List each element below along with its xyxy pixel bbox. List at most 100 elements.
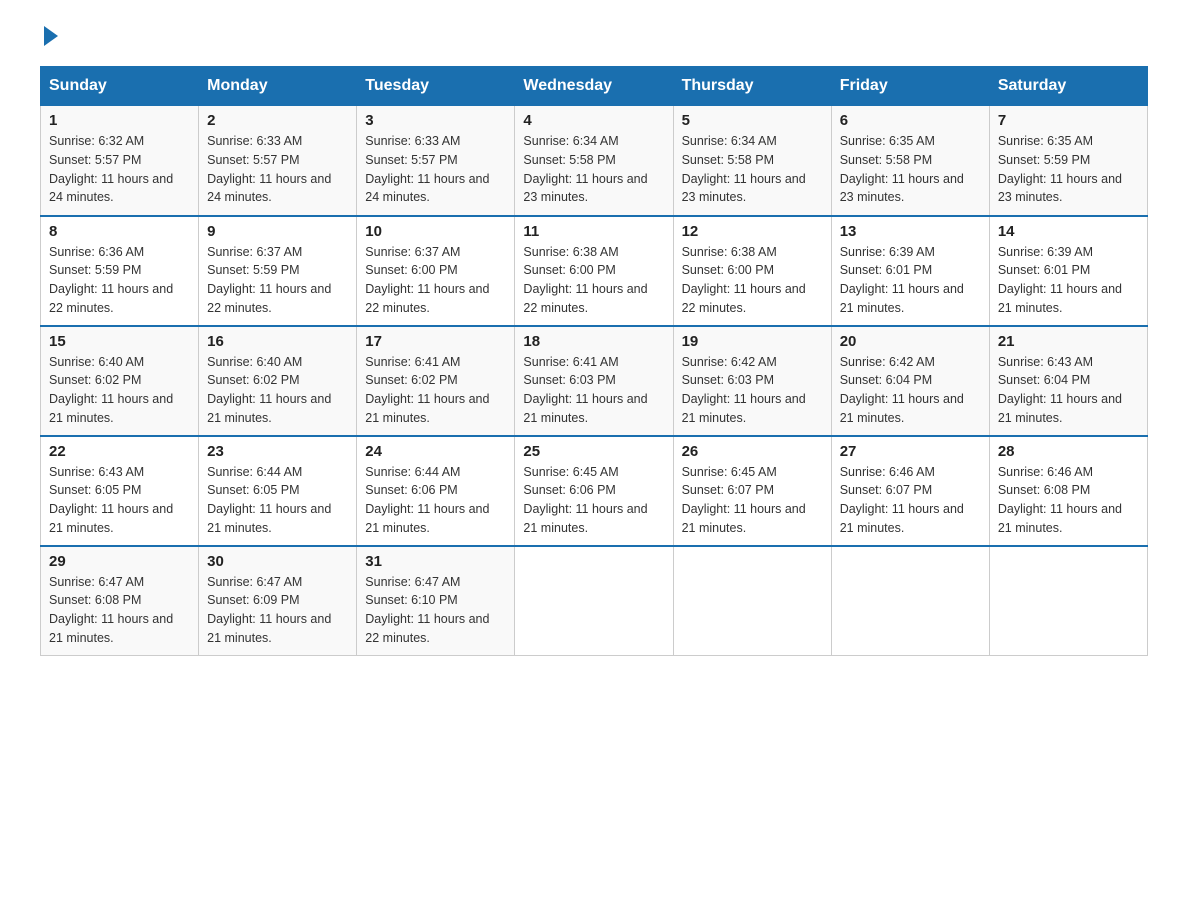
calendar-week-row: 15 Sunrise: 6:40 AM Sunset: 6:02 PM Dayl… [41, 326, 1148, 436]
day-number: 1 [49, 112, 190, 129]
day-info: Sunrise: 6:35 AM Sunset: 5:59 PM Dayligh… [998, 132, 1139, 207]
day-info: Sunrise: 6:39 AM Sunset: 6:01 PM Dayligh… [998, 243, 1139, 318]
calendar-day-cell: 12 Sunrise: 6:38 AM Sunset: 6:00 PM Dayl… [673, 216, 831, 326]
day-info: Sunrise: 6:44 AM Sunset: 6:06 PM Dayligh… [365, 463, 506, 538]
calendar-day-cell: 28 Sunrise: 6:46 AM Sunset: 6:08 PM Dayl… [989, 436, 1147, 546]
day-info: Sunrise: 6:43 AM Sunset: 6:04 PM Dayligh… [998, 353, 1139, 428]
day-number: 23 [207, 443, 348, 460]
day-info: Sunrise: 6:36 AM Sunset: 5:59 PM Dayligh… [49, 243, 190, 318]
calendar-day-cell: 25 Sunrise: 6:45 AM Sunset: 6:06 PM Dayl… [515, 436, 673, 546]
calendar-day-cell: 6 Sunrise: 6:35 AM Sunset: 5:58 PM Dayli… [831, 106, 989, 216]
calendar-day-cell: 18 Sunrise: 6:41 AM Sunset: 6:03 PM Dayl… [515, 326, 673, 436]
calendar-day-cell: 19 Sunrise: 6:42 AM Sunset: 6:03 PM Dayl… [673, 326, 831, 436]
day-info: Sunrise: 6:46 AM Sunset: 6:07 PM Dayligh… [840, 463, 981, 538]
day-header-saturday: Saturday [989, 67, 1147, 106]
day-info: Sunrise: 6:47 AM Sunset: 6:10 PM Dayligh… [365, 573, 506, 648]
day-number: 16 [207, 333, 348, 350]
calendar-day-cell [515, 546, 673, 656]
day-info: Sunrise: 6:37 AM Sunset: 5:59 PM Dayligh… [207, 243, 348, 318]
calendar-day-cell: 9 Sunrise: 6:37 AM Sunset: 5:59 PM Dayli… [199, 216, 357, 326]
day-number: 17 [365, 333, 506, 350]
day-number: 27 [840, 443, 981, 460]
day-number: 24 [365, 443, 506, 460]
day-info: Sunrise: 6:46 AM Sunset: 6:08 PM Dayligh… [998, 463, 1139, 538]
day-header-wednesday: Wednesday [515, 67, 673, 106]
calendar-day-cell: 23 Sunrise: 6:44 AM Sunset: 6:05 PM Dayl… [199, 436, 357, 546]
day-number: 5 [682, 112, 823, 129]
page-header [40, 30, 1148, 46]
calendar-week-row: 22 Sunrise: 6:43 AM Sunset: 6:05 PM Dayl… [41, 436, 1148, 546]
day-number: 4 [523, 112, 664, 129]
calendar-day-cell: 26 Sunrise: 6:45 AM Sunset: 6:07 PM Dayl… [673, 436, 831, 546]
day-number: 6 [840, 112, 981, 129]
day-info: Sunrise: 6:33 AM Sunset: 5:57 PM Dayligh… [365, 132, 506, 207]
calendar-day-cell: 2 Sunrise: 6:33 AM Sunset: 5:57 PM Dayli… [199, 106, 357, 216]
calendar-day-cell: 20 Sunrise: 6:42 AM Sunset: 6:04 PM Dayl… [831, 326, 989, 436]
day-info: Sunrise: 6:45 AM Sunset: 6:07 PM Dayligh… [682, 463, 823, 538]
day-number: 14 [998, 223, 1139, 240]
day-info: Sunrise: 6:42 AM Sunset: 6:03 PM Dayligh… [682, 353, 823, 428]
calendar-day-cell: 30 Sunrise: 6:47 AM Sunset: 6:09 PM Dayl… [199, 546, 357, 656]
day-number: 30 [207, 553, 348, 570]
calendar-day-cell: 17 Sunrise: 6:41 AM Sunset: 6:02 PM Dayl… [357, 326, 515, 436]
day-number: 25 [523, 443, 664, 460]
day-number: 28 [998, 443, 1139, 460]
day-number: 21 [998, 333, 1139, 350]
day-number: 15 [49, 333, 190, 350]
day-info: Sunrise: 6:41 AM Sunset: 6:03 PM Dayligh… [523, 353, 664, 428]
day-info: Sunrise: 6:45 AM Sunset: 6:06 PM Dayligh… [523, 463, 664, 538]
day-info: Sunrise: 6:33 AM Sunset: 5:57 PM Dayligh… [207, 132, 348, 207]
day-header-friday: Friday [831, 67, 989, 106]
day-info: Sunrise: 6:43 AM Sunset: 6:05 PM Dayligh… [49, 463, 190, 538]
day-info: Sunrise: 6:38 AM Sunset: 6:00 PM Dayligh… [682, 243, 823, 318]
day-info: Sunrise: 6:47 AM Sunset: 6:08 PM Dayligh… [49, 573, 190, 648]
day-headers-row: SundayMondayTuesdayWednesdayThursdayFrid… [41, 67, 1148, 106]
calendar-day-cell: 21 Sunrise: 6:43 AM Sunset: 6:04 PM Dayl… [989, 326, 1147, 436]
day-header-thursday: Thursday [673, 67, 831, 106]
day-header-tuesday: Tuesday [357, 67, 515, 106]
calendar-day-cell: 3 Sunrise: 6:33 AM Sunset: 5:57 PM Dayli… [357, 106, 515, 216]
calendar-day-cell: 5 Sunrise: 6:34 AM Sunset: 5:58 PM Dayli… [673, 106, 831, 216]
day-number: 13 [840, 223, 981, 240]
calendar-day-cell: 8 Sunrise: 6:36 AM Sunset: 5:59 PM Dayli… [41, 216, 199, 326]
logo-arrow-icon [44, 26, 58, 46]
day-info: Sunrise: 6:44 AM Sunset: 6:05 PM Dayligh… [207, 463, 348, 538]
calendar-day-cell [989, 546, 1147, 656]
day-number: 22 [49, 443, 190, 460]
day-number: 20 [840, 333, 981, 350]
day-info: Sunrise: 6:35 AM Sunset: 5:58 PM Dayligh… [840, 132, 981, 207]
calendar-day-cell: 31 Sunrise: 6:47 AM Sunset: 6:10 PM Dayl… [357, 546, 515, 656]
calendar-day-cell: 11 Sunrise: 6:38 AM Sunset: 6:00 PM Dayl… [515, 216, 673, 326]
day-number: 10 [365, 223, 506, 240]
day-info: Sunrise: 6:32 AM Sunset: 5:57 PM Dayligh… [49, 132, 190, 207]
day-info: Sunrise: 6:38 AM Sunset: 6:00 PM Dayligh… [523, 243, 664, 318]
day-number: 12 [682, 223, 823, 240]
logo [40, 30, 58, 46]
calendar-day-cell: 27 Sunrise: 6:46 AM Sunset: 6:07 PM Dayl… [831, 436, 989, 546]
day-number: 8 [49, 223, 190, 240]
calendar-week-row: 1 Sunrise: 6:32 AM Sunset: 5:57 PM Dayli… [41, 106, 1148, 216]
day-header-monday: Monday [199, 67, 357, 106]
calendar-day-cell: 14 Sunrise: 6:39 AM Sunset: 6:01 PM Dayl… [989, 216, 1147, 326]
calendar-day-cell: 16 Sunrise: 6:40 AM Sunset: 6:02 PM Dayl… [199, 326, 357, 436]
calendar-day-cell: 22 Sunrise: 6:43 AM Sunset: 6:05 PM Dayl… [41, 436, 199, 546]
calendar-week-row: 8 Sunrise: 6:36 AM Sunset: 5:59 PM Dayli… [41, 216, 1148, 326]
day-info: Sunrise: 6:34 AM Sunset: 5:58 PM Dayligh… [523, 132, 664, 207]
calendar-day-cell: 7 Sunrise: 6:35 AM Sunset: 5:59 PM Dayli… [989, 106, 1147, 216]
day-number: 31 [365, 553, 506, 570]
calendar-day-cell [673, 546, 831, 656]
day-header-sunday: Sunday [41, 67, 199, 106]
calendar-day-cell: 13 Sunrise: 6:39 AM Sunset: 6:01 PM Dayl… [831, 216, 989, 326]
day-number: 18 [523, 333, 664, 350]
calendar-day-cell: 29 Sunrise: 6:47 AM Sunset: 6:08 PM Dayl… [41, 546, 199, 656]
day-info: Sunrise: 6:34 AM Sunset: 5:58 PM Dayligh… [682, 132, 823, 207]
calendar-table: SundayMondayTuesdayWednesdayThursdayFrid… [40, 66, 1148, 656]
day-info: Sunrise: 6:47 AM Sunset: 6:09 PM Dayligh… [207, 573, 348, 648]
day-info: Sunrise: 6:41 AM Sunset: 6:02 PM Dayligh… [365, 353, 506, 428]
calendar-day-cell: 1 Sunrise: 6:32 AM Sunset: 5:57 PM Dayli… [41, 106, 199, 216]
calendar-week-row: 29 Sunrise: 6:47 AM Sunset: 6:08 PM Dayl… [41, 546, 1148, 656]
day-info: Sunrise: 6:42 AM Sunset: 6:04 PM Dayligh… [840, 353, 981, 428]
day-number: 26 [682, 443, 823, 460]
day-number: 3 [365, 112, 506, 129]
day-info: Sunrise: 6:40 AM Sunset: 6:02 PM Dayligh… [207, 353, 348, 428]
